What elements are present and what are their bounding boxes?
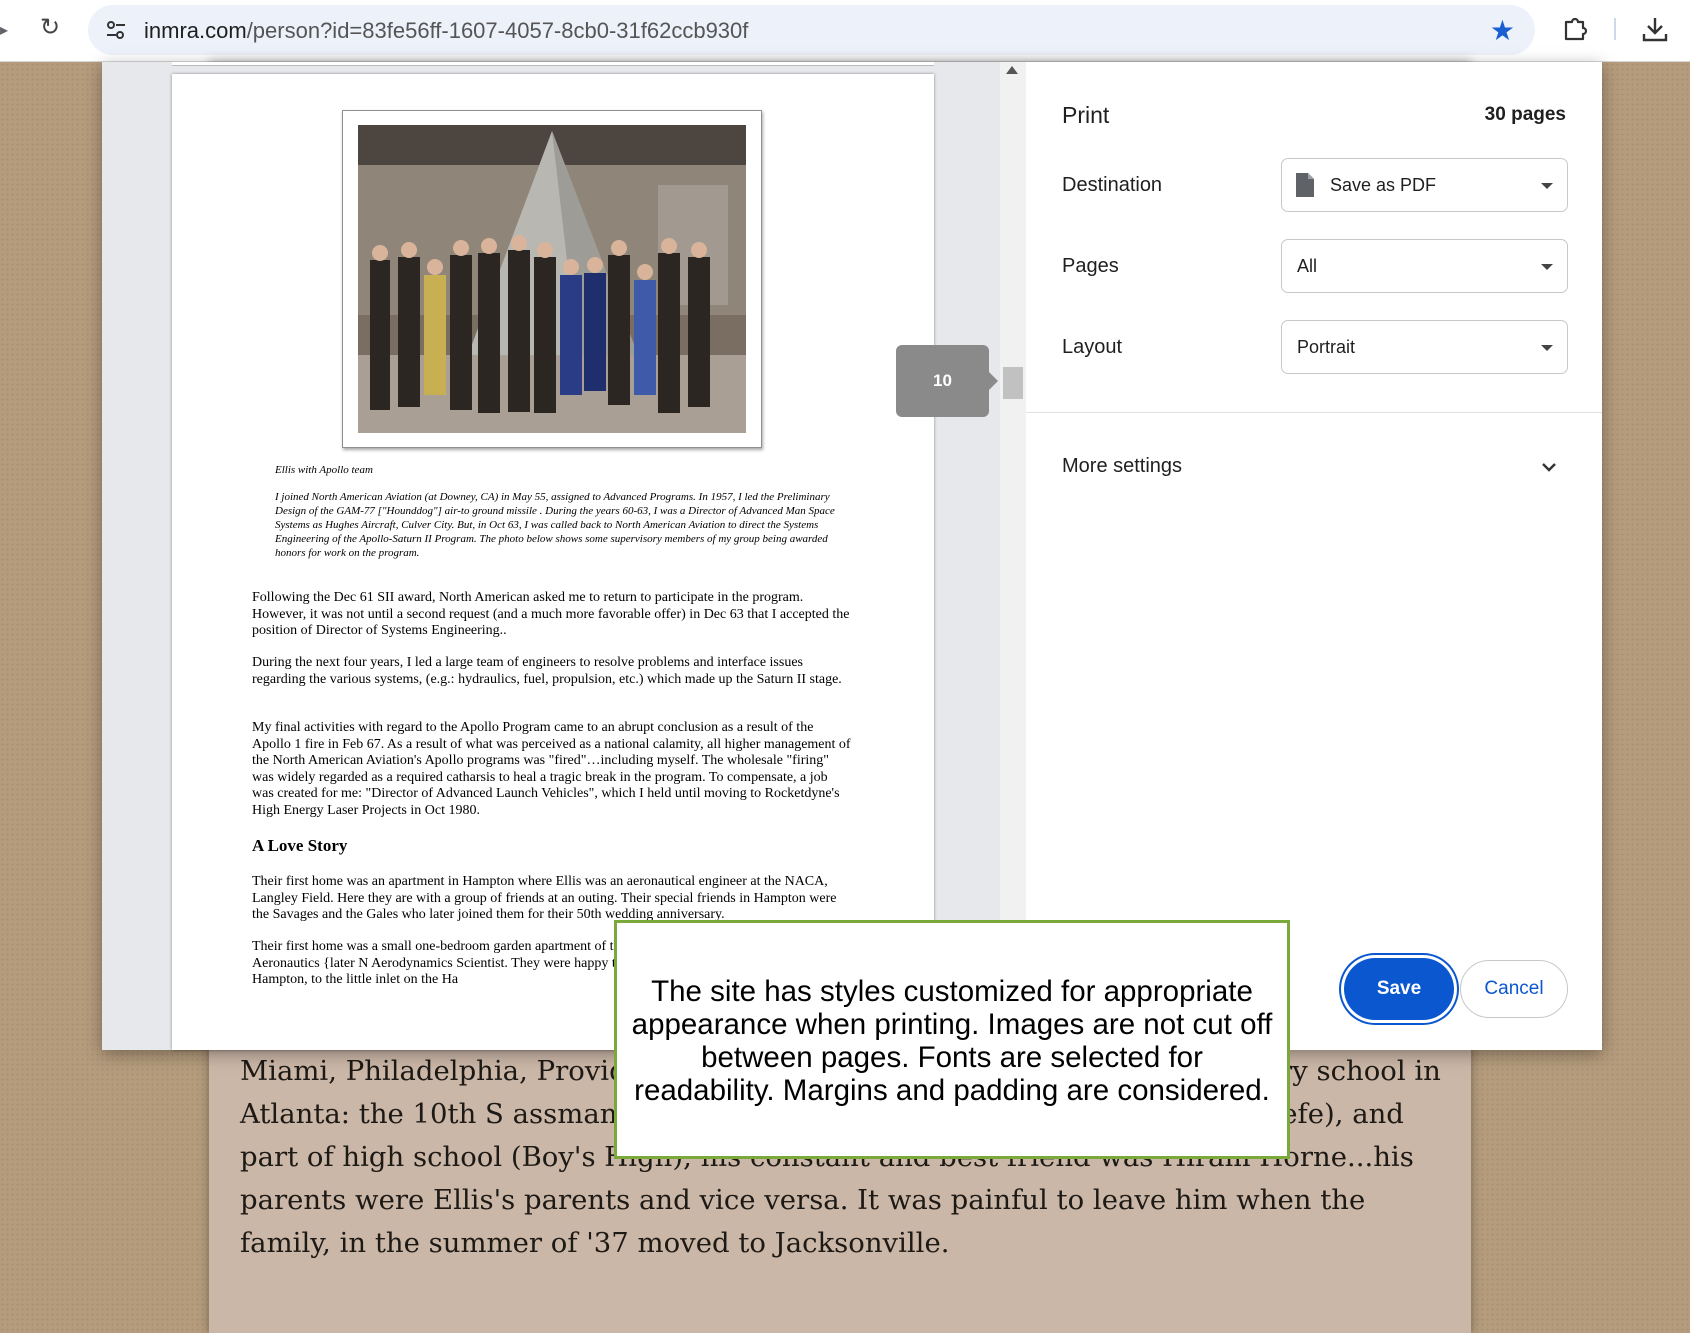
reload-icon[interactable]: ↻ xyxy=(36,13,64,41)
destination-label: Destination xyxy=(1062,174,1163,196)
previous-page-edge xyxy=(172,62,934,66)
body-paragraph: Their first home was an apartment in Ham… xyxy=(252,874,837,922)
print-preview[interactable]: Ellis with Apollo team I joined North Am… xyxy=(102,62,1026,1050)
dropdown-caret-icon xyxy=(1541,264,1553,270)
star-icon[interactable]: ★ xyxy=(1490,14,1515,47)
intro-paragraph: I joined North American Aviation (at Dow… xyxy=(275,491,835,559)
settings-divider xyxy=(1026,412,1602,413)
pages-label: Pages xyxy=(1062,255,1119,277)
layout-label: Layout xyxy=(1062,336,1123,358)
more-settings-toggle[interactable]: More settings xyxy=(1062,455,1182,478)
annotation-callout: The site has styles customized for appro… xyxy=(614,920,1290,1159)
url-host: inmra.com xyxy=(144,18,247,43)
tune-icon[interactable] xyxy=(104,18,128,42)
chevron-down-icon[interactable] xyxy=(1540,458,1558,476)
body-paragraph: My final activities with regard to the A… xyxy=(252,720,851,818)
scroll-thumb[interactable] xyxy=(1003,367,1023,399)
dropdown-caret-icon xyxy=(1541,345,1553,351)
pages-value: All xyxy=(1297,256,1318,276)
destination-value: Save as PDF xyxy=(1330,175,1437,195)
url-text[interactable]: inmra.com/person?id=83fe56ff-1607-4057-8… xyxy=(144,18,748,44)
url-path: /person?id=83fe56ff-1607-4057-8cb0-31f62… xyxy=(246,18,749,43)
page-count: 30 pages xyxy=(1484,104,1566,125)
browser-toolbar: ▸ ↻ inmra.com/person?id=83fe56ff-1607-40… xyxy=(0,0,1690,62)
document-icon xyxy=(1296,173,1314,197)
photo-caption: Ellis with Apollo team xyxy=(275,464,373,476)
preview-page: Ellis with Apollo team I joined North Am… xyxy=(172,74,934,1050)
destination-select[interactable]: Save as PDF xyxy=(1281,158,1568,212)
apollo-team-photo xyxy=(358,125,746,433)
puzzle-icon[interactable] xyxy=(1560,13,1590,43)
toolbar-separator xyxy=(1614,18,1616,40)
body-paragraph: During the next four years, I led a larg… xyxy=(252,655,842,687)
pages-select[interactable]: All xyxy=(1281,239,1568,293)
print-settings-panel: Print 30 pages Destination Save as PDF P… xyxy=(1026,62,1602,1050)
section-heading: A Love Story xyxy=(252,836,348,855)
cancel-button[interactable]: Cancel xyxy=(1460,960,1568,1018)
address-bar[interactable]: inmra.com/person?id=83fe56ff-1607-4057-8… xyxy=(88,5,1535,55)
photo-frame xyxy=(342,110,762,448)
save-button[interactable]: Save xyxy=(1344,958,1454,1020)
dialog-title: Print xyxy=(1062,102,1110,128)
print-dialog: Ellis with Apollo team I joined North Am… xyxy=(102,62,1602,1050)
preview-scrollbar[interactable] xyxy=(1000,62,1026,1050)
download-icon[interactable] xyxy=(1640,14,1670,44)
layout-value: Portrait xyxy=(1297,337,1356,357)
dropdown-caret-icon xyxy=(1541,183,1553,189)
scroll-up-arrow-icon[interactable] xyxy=(1006,66,1018,74)
back-arrow-icon[interactable]: ▸ xyxy=(0,20,8,39)
page-number-indicator: 10 xyxy=(896,345,998,417)
body-paragraph: Following the Dec 61 SII award, North Am… xyxy=(252,590,850,638)
layout-select[interactable]: Portrait xyxy=(1281,320,1568,374)
